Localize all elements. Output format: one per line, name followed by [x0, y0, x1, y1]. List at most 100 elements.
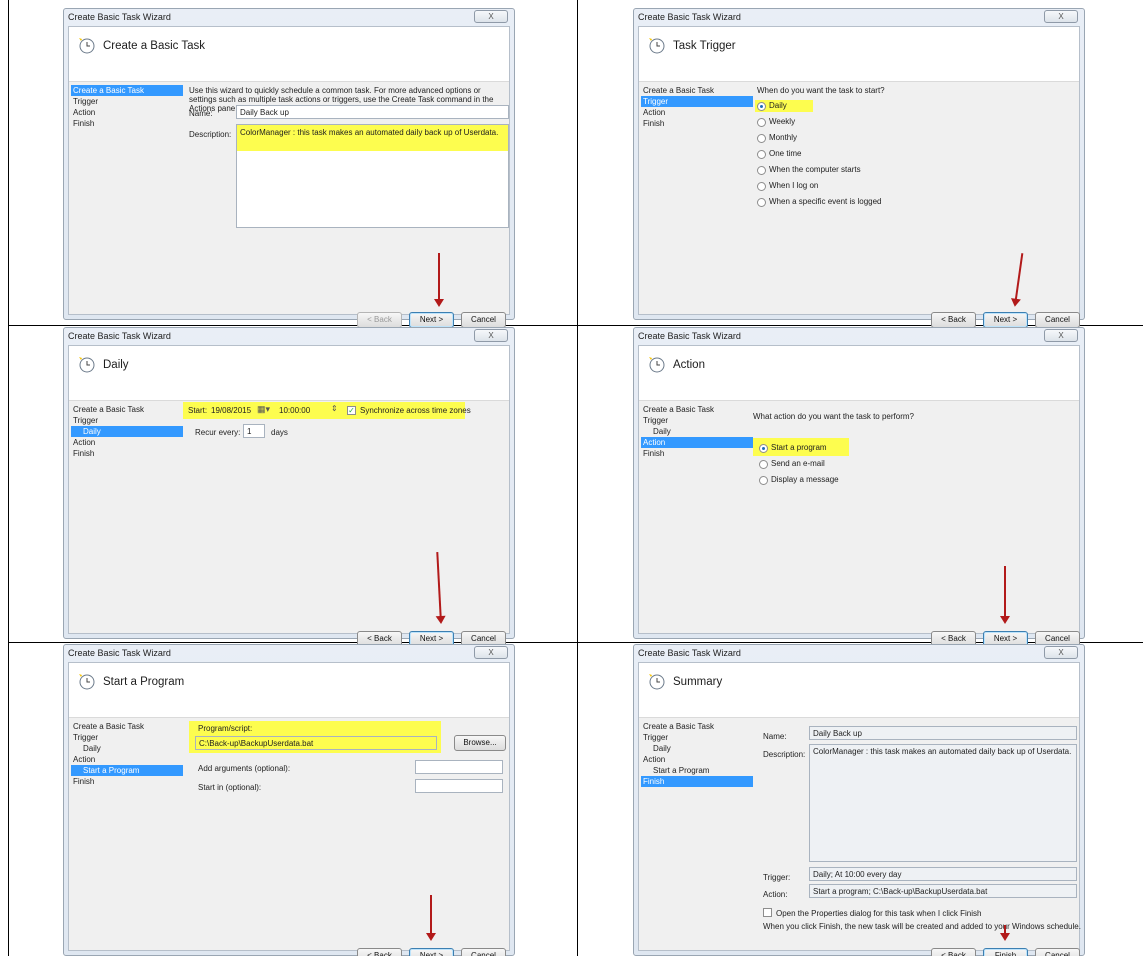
wizard-window-create-task: Create Basic Task Wizard X Create a Basi… [63, 8, 515, 328]
red-arrow-annotation [1000, 566, 1010, 624]
task-scheduler-icon [649, 38, 665, 54]
nav-item-finish[interactable]: Finish [641, 776, 753, 787]
arguments-input[interactable] [415, 760, 503, 774]
nav-item-daily[interactable]: Daily [71, 743, 183, 754]
sync-checkbox[interactable]: ✓ [347, 406, 356, 415]
nav-item-action[interactable]: Action [71, 437, 183, 448]
window-title: Create Basic Task Wizard [638, 331, 741, 341]
radio-daily[interactable]: Daily [755, 100, 813, 112]
nav-item-daily[interactable]: Daily [71, 426, 183, 437]
page-title: Create a Basic Task [103, 40, 206, 52]
back-button[interactable]: < Back [357, 312, 402, 328]
start-label: Start: [188, 406, 208, 415]
radio-computer-starts[interactable]: When the computer starts [755, 164, 861, 176]
nav-item-finish[interactable]: Finish [71, 118, 183, 129]
nav-item-action[interactable]: Action [641, 754, 753, 765]
page-title: Action [673, 359, 705, 371]
radio-log-on[interactable]: When I log on [755, 180, 818, 192]
calendar-dropdown-icon[interactable]: ▦▾ [257, 404, 270, 415]
next-button[interactable]: Next > [983, 312, 1028, 328]
radio-send-email[interactable]: Send an e-mail [757, 458, 825, 470]
wizard-window-daily: Create Basic Task Wizard X Daily Create … [63, 327, 515, 647]
wizard-window-start-program: Create Basic Task Wizard X Start a Progr… [63, 644, 515, 956]
program-label: Program/script: [198, 724, 253, 733]
radio-display-message[interactable]: Display a message [757, 474, 839, 486]
description-input[interactable]: ColorManager : this task makes an automa… [236, 124, 509, 228]
cancel-button[interactable]: Cancel [1035, 948, 1080, 956]
task-scheduler-icon [649, 674, 665, 690]
nav-item-trigger[interactable]: Trigger [641, 96, 753, 107]
nav-item-action[interactable]: Action [71, 754, 183, 765]
back-button[interactable]: < Back [931, 948, 976, 956]
radio-one-time[interactable]: One time [755, 148, 801, 160]
nav-item-finish[interactable]: Finish [641, 118, 753, 129]
finish-button[interactable]: Finish [983, 948, 1028, 956]
start-date-input[interactable]: 19/08/2015 [211, 406, 251, 415]
close-button[interactable]: X [474, 329, 508, 342]
nav-item-daily[interactable]: Daily [641, 743, 753, 754]
recur-input[interactable]: 1 [243, 424, 265, 438]
nav-item-action[interactable]: Action [641, 437, 753, 448]
cancel-button[interactable]: Cancel [461, 312, 506, 328]
description-label: Description: [189, 130, 232, 139]
radio-event-logged[interactable]: When a specific event is logged [755, 196, 882, 208]
task-scheduler-icon [79, 357, 95, 373]
nav-item-trigger[interactable]: Trigger [641, 732, 753, 743]
nav-item-finish[interactable]: Finish [71, 448, 183, 459]
nav-item-create-task[interactable]: Create a Basic Task [641, 404, 753, 415]
close-button[interactable]: X [1044, 10, 1078, 23]
radio-start-program[interactable]: Start a program [757, 442, 827, 454]
nav-item-finish[interactable]: Finish [71, 776, 183, 787]
close-button[interactable]: X [474, 646, 508, 659]
time-spinner-icon[interactable]: ⇕ [331, 404, 338, 413]
nav-item-daily[interactable]: Daily [641, 426, 753, 437]
wizard-window-summary: Create Basic Task Wizard X Summary Creat… [633, 644, 1085, 956]
cancel-button[interactable]: Cancel [461, 948, 506, 956]
radio-weekly[interactable]: Weekly [755, 116, 795, 128]
summary-description-value: ColorManager : this task makes an automa… [809, 744, 1077, 862]
nav-item-create-task[interactable]: Create a Basic Task [641, 85, 753, 96]
start-time-input[interactable]: 10:00:00 [279, 406, 310, 415]
start-in-label: Start in (optional): [198, 783, 262, 792]
sync-label: Synchronize across time zones [360, 406, 471, 415]
description-text: ColorManager : this task makes an automa… [237, 125, 508, 151]
summary-trigger-value: Daily; At 10:00 every day [809, 867, 1077, 881]
close-button[interactable]: X [1044, 646, 1078, 659]
grid-border [577, 0, 578, 956]
nav-item-action[interactable]: Action [71, 107, 183, 118]
summary-name-label: Name: [763, 732, 787, 741]
nav-item-finish[interactable]: Finish [641, 448, 753, 459]
nav-item-start-program[interactable]: Start a Program [71, 765, 183, 776]
open-properties-checkbox[interactable] [763, 908, 772, 917]
close-button[interactable]: X [1044, 329, 1078, 342]
start-in-input[interactable] [415, 779, 503, 793]
task-scheduler-icon [79, 674, 95, 690]
next-button[interactable]: Next > [409, 312, 454, 328]
browse-button[interactable]: Browse... [454, 735, 506, 751]
back-button[interactable]: < Back [357, 948, 402, 956]
task-scheduler-icon [79, 38, 95, 54]
nav-item-action[interactable]: Action [641, 107, 753, 118]
name-input[interactable]: Daily Back up [236, 105, 509, 119]
summary-action-value: Start a program; C:\Back-up\BackupUserda… [809, 884, 1077, 898]
window-title: Create Basic Task Wizard [68, 648, 171, 658]
nav-item-create-task[interactable]: Create a Basic Task [71, 404, 183, 415]
nav-item-trigger[interactable]: Trigger [71, 415, 183, 426]
summary-action-label: Action: [763, 890, 788, 899]
cancel-button[interactable]: Cancel [1035, 312, 1080, 328]
nav-item-create-task[interactable]: Create a Basic Task [71, 85, 183, 96]
next-button[interactable]: Next > [409, 948, 454, 956]
program-input[interactable]: C:\Back-up\BackupUserdata.bat [195, 736, 437, 750]
back-button[interactable]: < Back [931, 312, 976, 328]
nav-item-trigger[interactable]: Trigger [71, 96, 183, 107]
radio-monthly[interactable]: Monthly [755, 132, 797, 144]
nav-item-create-task[interactable]: Create a Basic Task [641, 721, 753, 732]
nav-item-start-program[interactable]: Start a Program [641, 765, 753, 776]
nav-item-trigger[interactable]: Trigger [71, 732, 183, 743]
window-title: Create Basic Task Wizard [638, 12, 741, 22]
nav-item-trigger[interactable]: Trigger [641, 415, 753, 426]
close-button[interactable]: X [474, 10, 508, 23]
nav-item-create-task[interactable]: Create a Basic Task [71, 721, 183, 732]
trigger-question: When do you want the task to start? [757, 86, 885, 95]
open-properties-label: Open the Properties dialog for this task… [776, 909, 982, 918]
